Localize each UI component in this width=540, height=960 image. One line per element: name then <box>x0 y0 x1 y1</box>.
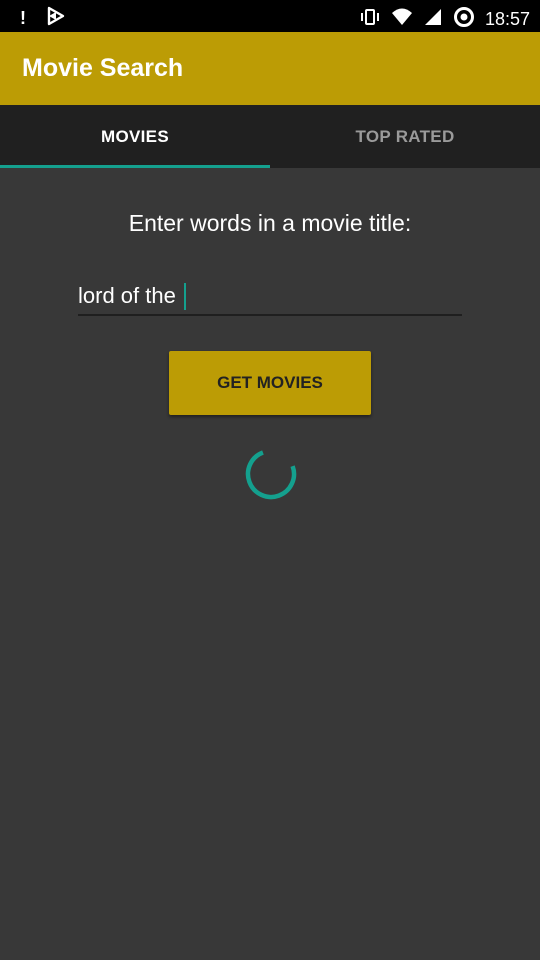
loading-spinner <box>244 447 298 501</box>
search-prompt: Enter words in a movie title: <box>128 210 412 236</box>
sync-icon <box>453 6 475 33</box>
alert-icon: ! <box>20 8 26 28</box>
tab-top-rated[interactable]: TOP RATED <box>270 105 540 168</box>
movie-title-input[interactable] <box>78 278 462 316</box>
signal-icon <box>423 7 443 32</box>
tab-bar: MOVIES TOP RATED <box>0 105 540 168</box>
tab-movies[interactable]: MOVIES <box>0 105 270 168</box>
status-bar: ! 18:57 <box>0 0 540 32</box>
app-bar: Movie Search <box>0 32 540 105</box>
get-movies-button[interactable]: GET MOVIES <box>169 351 371 415</box>
wifi-icon <box>391 7 413 32</box>
text-cursor <box>184 283 186 310</box>
app-title: Movie Search <box>22 54 184 82</box>
status-time: 18:57 <box>484 9 530 29</box>
play-store-icon <box>46 6 66 31</box>
vibrate-icon <box>359 7 381 32</box>
